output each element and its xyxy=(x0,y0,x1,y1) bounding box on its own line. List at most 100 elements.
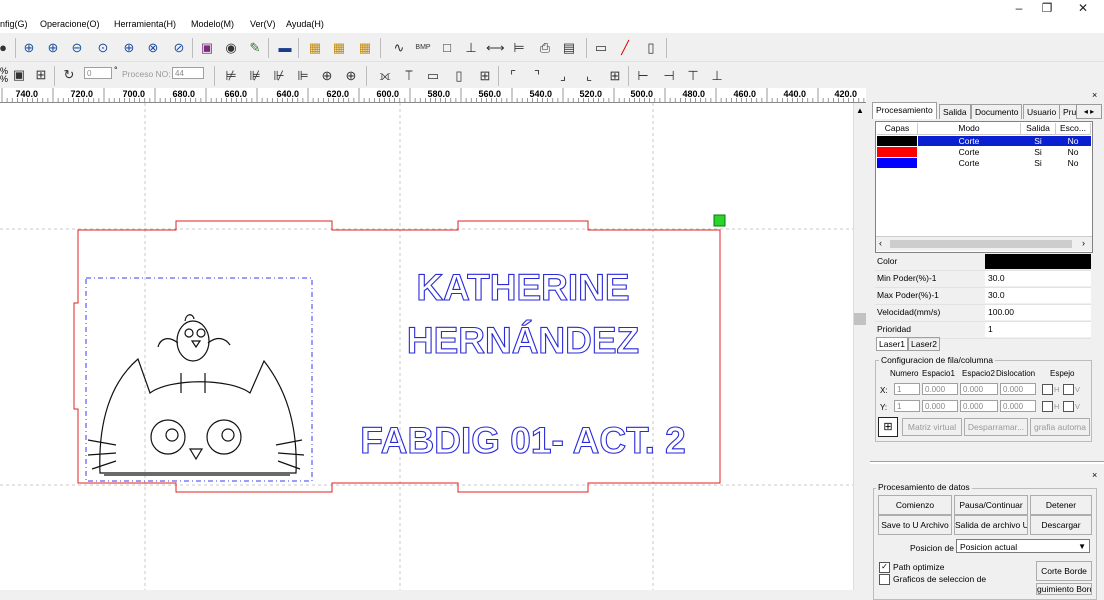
pen-icon[interactable]: ✎ xyxy=(246,39,264,57)
position-select[interactable]: Posicion actual ▼ xyxy=(956,539,1090,553)
tab-laser2[interactable]: Laser2 xyxy=(908,337,940,351)
layout-grid-icon[interactable]: ▦ xyxy=(356,39,374,57)
align-right-icon[interactable]: ⊯ xyxy=(246,67,264,85)
scroll-right-icon[interactable]: › xyxy=(1082,238,1085,248)
speed-input[interactable]: 100.00 xyxy=(985,305,1091,320)
menu-ayuda[interactable]: Ayuda(H) xyxy=(286,19,324,29)
corner-topright-icon[interactable]: ⌝ xyxy=(528,67,546,85)
same-height-icon[interactable]: ⟙ xyxy=(400,67,418,85)
zoom-in-icon[interactable]: ⊕ xyxy=(20,39,38,57)
printer-icon[interactable]: ⎙ xyxy=(536,39,554,57)
menu-modelo[interactable]: Modelo(M) xyxy=(191,19,234,29)
grid-icon[interactable]: ⊞ xyxy=(32,66,50,84)
document-icon[interactable]: ▤ xyxy=(560,39,578,57)
y-mirror-v-checkbox[interactable] xyxy=(1063,401,1074,412)
start-button[interactable]: Comienzo xyxy=(878,495,952,515)
layer-row[interactable]: Corte Si No xyxy=(877,158,1091,168)
bmp-icon[interactable]: BMP xyxy=(414,39,432,57)
scroll-up-icon[interactable]: ▲ xyxy=(856,106,864,115)
to-top-icon[interactable]: ⊤ xyxy=(684,67,702,85)
panel-close-icon[interactable]: × xyxy=(1092,470,1097,480)
x-mirror-v-checkbox[interactable] xyxy=(1063,384,1074,395)
corner-bottomleft-icon[interactable]: ⌞ xyxy=(580,67,598,85)
output-u-file-button[interactable]: Salida de archivo U xyxy=(954,515,1028,535)
pause-continue-button[interactable]: Pausa/Continuar xyxy=(954,495,1028,515)
tab-salida[interactable]: Salida xyxy=(939,104,971,119)
priority-input[interactable]: 1 xyxy=(985,322,1091,337)
to-bottom-icon[interactable]: ⊥ xyxy=(708,67,726,85)
zoom-all-icon[interactable]: ⊕ xyxy=(120,39,138,57)
x-number-input[interactable]: 1 xyxy=(894,383,920,395)
center-horizontal-icon[interactable]: ⊕ xyxy=(318,67,336,85)
play-icon[interactable]: ● xyxy=(0,39,12,57)
measure-icon[interactable]: ⟷ xyxy=(486,39,505,57)
zoom-select-icon[interactable]: ⊗ xyxy=(144,39,162,57)
camera-icon[interactable]: ▭ xyxy=(592,39,610,57)
center-page-icon[interactable]: ⊞ xyxy=(606,67,624,85)
center-vertical-icon[interactable]: ⊕ xyxy=(342,67,360,85)
y-space2-input[interactable]: 0.000 xyxy=(960,400,998,412)
layer-hscrollbar[interactable]: ‹ › xyxy=(876,236,1092,251)
layer-row[interactable]: Corte Si No xyxy=(877,147,1091,157)
layout-icon[interactable]: ▦ xyxy=(306,39,324,57)
node-icon[interactable]: ◉ xyxy=(222,39,240,57)
frame-icon[interactable]: ▣ xyxy=(10,66,28,84)
menu-config[interactable]: nfig(G) xyxy=(0,19,28,29)
max-power-input[interactable]: 30.0 xyxy=(985,288,1091,303)
to-left-icon[interactable]: ⊢ xyxy=(634,67,652,85)
matrix-grid-icon[interactable]: ⊞ xyxy=(878,417,898,437)
measure-height-icon[interactable]: ⊨ xyxy=(510,39,528,57)
download-button[interactable]: Descargar xyxy=(1030,515,1092,535)
y-mirror-h-checkbox[interactable] xyxy=(1042,401,1053,412)
save-u-file-button[interactable]: Save to U Archivo xyxy=(878,515,952,535)
corner-bottomright-icon[interactable]: ⌟ xyxy=(554,67,572,85)
y-dislocation-input[interactable]: 0.000 xyxy=(1000,400,1036,412)
x-mirror-h-checkbox[interactable] xyxy=(1042,384,1053,395)
panel-close-icon[interactable]: × xyxy=(1092,90,1097,100)
menu-herramienta[interactable]: Herramienta(H) xyxy=(114,19,176,29)
tree-icon[interactable]: ⊥ xyxy=(462,39,480,57)
tab-laser1[interactable]: Laser1 xyxy=(876,337,908,351)
x-dislocation-input[interactable]: 0.000 xyxy=(1000,383,1036,395)
vertical-space-icon[interactable]: ▯ xyxy=(450,67,468,85)
scroll-left-icon[interactable]: ‹ xyxy=(879,238,882,248)
rotate-icon[interactable]: ↻ xyxy=(60,66,78,84)
rectangle-icon[interactable]: ▣ xyxy=(198,39,216,57)
tab-usuario[interactable]: Usuario xyxy=(1023,104,1061,119)
scatter-button[interactable]: Desparramar... xyxy=(964,418,1028,436)
corte-borde-button[interactable]: Corte Borde xyxy=(1036,561,1092,581)
min-power-input[interactable]: 30.0 xyxy=(985,271,1091,286)
zoom-window-icon[interactable]: ⊘ xyxy=(170,39,188,57)
x-space2-input[interactable]: 0.000 xyxy=(960,383,998,395)
scroll-thumb[interactable] xyxy=(890,240,1072,248)
stop-button[interactable]: Detener xyxy=(1030,495,1092,515)
graphics-selection-checkbox[interactable] xyxy=(879,574,890,585)
zoom-plus-icon[interactable]: ⊕ xyxy=(44,39,62,57)
menu-ver[interactable]: Ver(V) xyxy=(250,19,276,29)
layout-align-icon[interactable]: ▦ xyxy=(330,39,348,57)
y-number-input[interactable]: 1 xyxy=(894,400,920,412)
tab-procesamiento[interactable]: Procesamiento xyxy=(872,102,937,119)
auto-layout-button[interactable]: grafia automa xyxy=(1030,418,1090,436)
tab-scroll-icon[interactable]: ◂ ▸ xyxy=(1076,104,1102,119)
to-right-icon[interactable]: ⊣ xyxy=(660,67,678,85)
vertical-scrollbar[interactable]: ▲ xyxy=(853,103,867,590)
virtual-matrix-button[interactable]: Matriz virtual xyxy=(902,418,962,436)
close-button[interactable]: ✕ xyxy=(1066,0,1100,18)
tab-documento[interactable]: Documento xyxy=(971,104,1023,119)
scroll-thumb[interactable] xyxy=(854,313,866,325)
path-optimize-checkbox[interactable]: ✓ xyxy=(879,562,890,573)
proceso-input[interactable]: 44 xyxy=(172,67,204,79)
zoom-page-icon[interactable]: ⊙ xyxy=(94,39,112,57)
y-space1-input[interactable]: 0.000 xyxy=(922,400,958,412)
corner-topleft-icon[interactable]: ⌜ xyxy=(504,67,522,85)
align-bottom-icon[interactable]: ⊫ xyxy=(294,67,312,85)
panel-icon[interactable]: ▯ xyxy=(642,39,660,57)
color-swatch[interactable] xyxy=(985,254,1091,269)
grid-space-icon[interactable]: ⊞ xyxy=(476,67,494,85)
laser-icon[interactable]: ╱ xyxy=(616,39,634,57)
align-top-icon[interactable]: ⊮ xyxy=(270,67,288,85)
curve-icon[interactable]: ∿ xyxy=(390,39,408,57)
zoom-out-icon[interactable]: ⊖ xyxy=(68,39,86,57)
menu-operacione[interactable]: Operacione(O) xyxy=(40,19,100,29)
